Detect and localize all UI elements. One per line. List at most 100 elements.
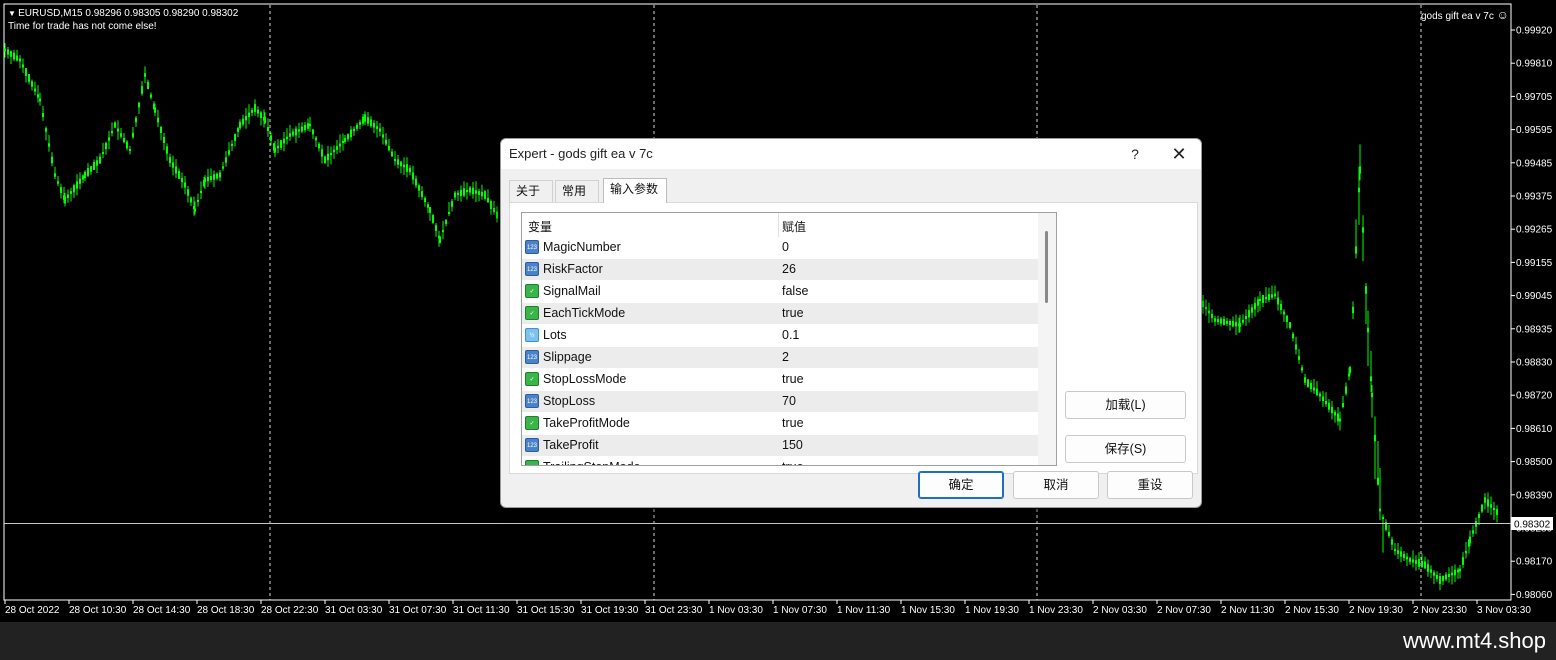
table-scrollbar[interactable]	[1038, 213, 1056, 465]
candle-body	[197, 199, 199, 203]
parameter-value[interactable]: false	[782, 284, 808, 298]
candle-body	[154, 107, 156, 113]
candle-body	[13, 52, 15, 60]
parameter-value[interactable]: true	[782, 460, 804, 465]
candle-body	[481, 191, 483, 197]
parameter-value[interactable]: 2	[782, 350, 789, 364]
candle-body	[1316, 388, 1318, 396]
table-row[interactable]: 123 TakeProfit 150	[522, 435, 1038, 457]
candle-body	[442, 229, 444, 233]
table-row[interactable]: ✓ TrailingStopMode true	[522, 457, 1038, 465]
candle-body	[1220, 318, 1222, 324]
tab-common[interactable]: 常用	[555, 180, 599, 202]
scrollbar-thumb[interactable]	[1045, 231, 1048, 303]
candle-body	[1229, 321, 1231, 325]
candle-body	[1377, 477, 1379, 485]
parameter-value[interactable]: true	[782, 306, 804, 320]
candle-body	[472, 187, 474, 195]
candle-body	[1342, 402, 1344, 408]
candle-body	[1319, 393, 1321, 397]
tab-inputs[interactable]: 输入参数	[603, 178, 667, 203]
candle-body	[60, 187, 62, 193]
parameter-value[interactable]: 26	[782, 262, 796, 276]
bool-icon: ✓	[525, 284, 539, 298]
double-icon: ½	[525, 328, 539, 342]
load-button[interactable]: 加载(L)	[1065, 391, 1186, 419]
candle-body	[1301, 367, 1303, 371]
tab-about[interactable]: 关于	[509, 180, 553, 202]
candle-body	[222, 166, 224, 169]
candle-body	[25, 68, 27, 76]
parameter-value[interactable]: 150	[782, 438, 803, 452]
candle-body	[1484, 497, 1486, 503]
candle-body	[237, 128, 239, 132]
candle-body	[382, 134, 384, 138]
table-row[interactable]: ✓ StopLossMode true	[522, 369, 1038, 391]
save-button[interactable]: 保存(S)	[1065, 435, 1186, 463]
candle-body	[93, 162, 95, 170]
ok-button[interactable]: 确定	[918, 471, 1004, 499]
candle-body	[1277, 297, 1279, 305]
table-row[interactable]: 123 StopLoss 70	[522, 391, 1038, 413]
table-row[interactable]: ✓ SignalMail false	[522, 281, 1038, 303]
column-header-variable[interactable]: 变量	[528, 218, 552, 235]
parameter-value[interactable]: 70	[782, 394, 796, 408]
candle-body	[82, 175, 84, 180]
candle-body	[1226, 320, 1228, 324]
candle-body	[292, 131, 294, 136]
candle-body	[1433, 572, 1435, 576]
table-row[interactable]: 123 RiskFactor 26	[522, 259, 1038, 281]
candle-body	[342, 140, 344, 144]
table-row[interactable]: ½ Lots 0.1	[522, 325, 1038, 347]
candle-body	[1493, 507, 1495, 511]
ea-status-label[interactable]: gods gift ea v 7c ☺	[1421, 8, 1509, 22]
candle-body	[478, 191, 480, 195]
candle-body	[207, 176, 209, 182]
inputs-panel: 变量 赋值 123 MagicNumber 0 123 RiskFactor 26 ✓ Sig…	[509, 202, 1198, 474]
parameter-value[interactable]: 0	[782, 240, 789, 254]
candle-body	[427, 204, 429, 208]
close-icon[interactable]: ✕	[1165, 143, 1193, 165]
time-label: 31 Oct 15:30	[517, 605, 575, 616]
parameter-name: TakeProfitMode	[543, 416, 630, 430]
parameter-name: SignalMail	[543, 284, 601, 298]
parameter-value[interactable]: true	[782, 416, 804, 430]
candle-body	[99, 156, 101, 164]
dialog-titlebar[interactable]: Expert - gods gift ea v 7c ? ✕	[501, 139, 1201, 169]
time-label: 28 Oct 18:30	[197, 605, 255, 616]
candle-body	[126, 141, 128, 149]
candle-body	[336, 146, 338, 150]
candle-body	[274, 147, 276, 153]
parameter-name: Lots	[543, 328, 567, 342]
table-row[interactable]: 123 MagicNumber 0	[522, 237, 1038, 259]
candle-body	[248, 112, 250, 118]
candle-body	[1487, 499, 1489, 507]
column-header-value[interactable]: 赋值	[782, 218, 806, 235]
candle-body	[138, 102, 140, 108]
candle-body	[31, 81, 33, 87]
candle-body	[1388, 532, 1390, 536]
table-row[interactable]: ✓ EachTickMode true	[522, 303, 1038, 325]
price-label: 0.98060	[1516, 590, 1553, 601]
reset-button[interactable]: 重设	[1107, 471, 1193, 499]
parameter-name: EachTickMode	[543, 306, 626, 320]
symbol-info[interactable]: EURUSD,M15 0.98296 0.98305 0.98290 0.983…	[8, 7, 238, 20]
candle-body	[289, 133, 291, 137]
candle-body	[251, 109, 253, 113]
price-label: 0.99485	[1516, 158, 1553, 169]
candle-body	[216, 173, 218, 179]
parameter-value[interactable]: true	[782, 372, 804, 386]
candle-body	[312, 129, 314, 135]
candle-body	[318, 143, 320, 149]
table-row[interactable]: ✓ TakeProfitMode true	[522, 413, 1038, 435]
candle-body	[84, 171, 86, 179]
table-rows: 123 MagicNumber 0 123 RiskFactor 26 ✓ SignalMai…	[522, 237, 1038, 465]
candle-body	[1328, 402, 1330, 410]
candle-body	[1445, 574, 1447, 580]
cancel-button[interactable]: 取消	[1013, 471, 1099, 499]
table-row[interactable]: 123 Slippage 2	[522, 347, 1038, 369]
parameter-value[interactable]: 0.1	[782, 328, 799, 342]
help-button[interactable]: ?	[1123, 143, 1147, 165]
candle-body	[157, 117, 159, 123]
candle-body	[73, 185, 75, 193]
